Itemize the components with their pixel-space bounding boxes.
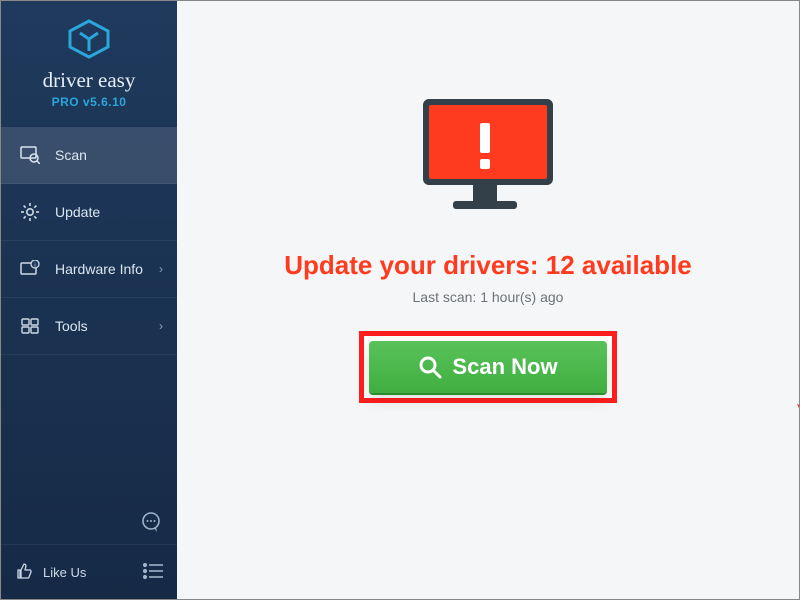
sidebar-bottom-bar: Like Us (1, 544, 177, 599)
feedback-icon[interactable] (139, 510, 163, 539)
scan-now-button[interactable]: Scan Now (369, 341, 607, 393)
update-headline: Update your drivers: 12 available (284, 250, 692, 281)
last-scan-text: Last scan: 1 hour(s) ago (413, 289, 564, 305)
app-window: driver easy PRO v5.6.10 Scan Update i (0, 0, 800, 600)
hardware-info-icon: i (19, 260, 41, 278)
svg-text:i: i (34, 263, 35, 269)
brand-name: driver easy (1, 68, 177, 93)
sidebar-item-hardware-info[interactable]: i Hardware Info › (1, 241, 177, 298)
like-us-label[interactable]: Like Us (43, 565, 86, 580)
sidebar-nav: Scan Update i Hardware Info › Tools (1, 127, 177, 355)
menu-list-icon[interactable] (143, 563, 163, 582)
sidebar-item-label: Tools (55, 318, 88, 334)
headline-prefix: Update your drivers: (284, 250, 546, 280)
sidebar-item-scan[interactable]: Scan (1, 127, 177, 184)
brand-block: driver easy PRO v5.6.10 (1, 1, 177, 121)
headline-count: 12 (546, 250, 575, 280)
alert-monitor-illustration (413, 93, 563, 228)
scan-button-highlight: Scan Now (359, 331, 617, 403)
brand-subtitle: PRO v5.6.10 (1, 95, 177, 109)
scan-now-label: Scan Now (452, 354, 557, 380)
chevron-right-icon: › (159, 319, 163, 333)
sidebar-item-tools[interactable]: Tools › (1, 298, 177, 355)
sidebar-item-update[interactable]: Update (1, 184, 177, 241)
chevron-right-icon: › (159, 262, 163, 276)
sidebar-item-label: Update (55, 204, 100, 220)
tools-icon (19, 317, 41, 335)
annotation-arrow-icon (793, 401, 800, 471)
sidebar: driver easy PRO v5.6.10 Scan Update i (1, 1, 177, 599)
search-icon (418, 355, 442, 379)
headline-suffix: available (575, 250, 692, 280)
gear-icon (19, 202, 41, 222)
thumbs-up-icon[interactable] (15, 562, 33, 583)
sidebar-item-label: Hardware Info (55, 261, 143, 277)
brand-logo-icon (66, 19, 112, 59)
monitor-search-icon (19, 146, 41, 164)
main-panel: Update your drivers: 12 available Last s… (177, 1, 799, 599)
sidebar-item-label: Scan (55, 147, 87, 163)
